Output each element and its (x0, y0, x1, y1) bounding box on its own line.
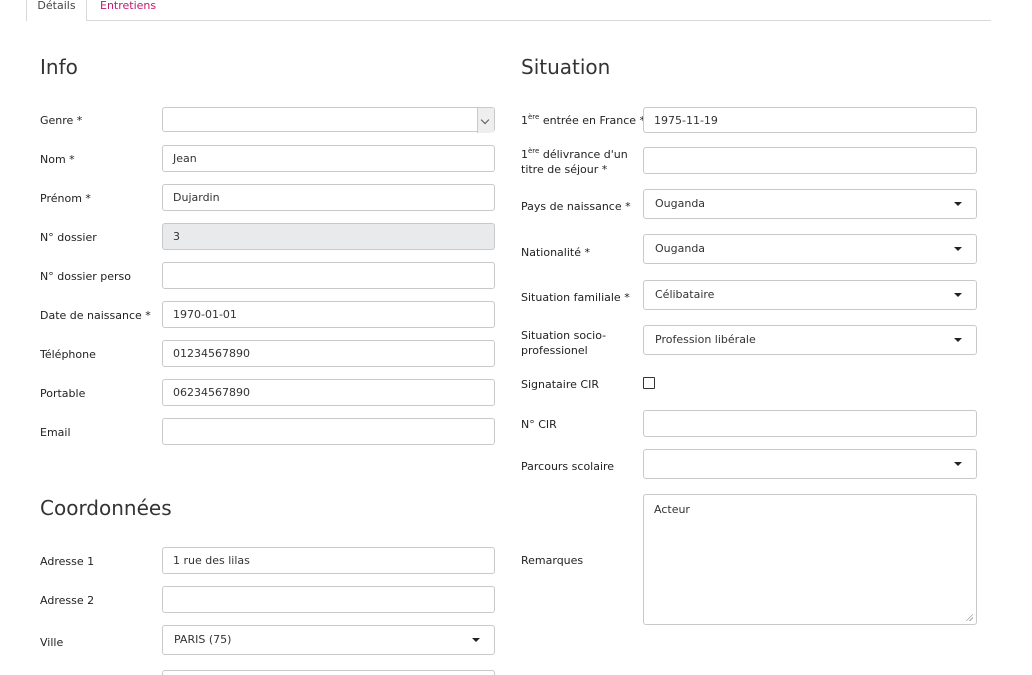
tab-entretiens[interactable]: Entretiens (100, 0, 156, 20)
num-cir-input[interactable] (643, 410, 977, 437)
prenom-label: Prénom * (40, 192, 91, 205)
nationalite-label: Nationalité * (521, 246, 590, 259)
tab-details[interactable]: Détails (26, 0, 87, 21)
familiale-label: Situation familiale * (521, 291, 630, 304)
portable-input[interactable]: 06234567890 (162, 379, 495, 406)
adresse1-label: Adresse 1 (40, 555, 95, 568)
telephone-label: Téléphone (40, 348, 96, 361)
caret-down-icon (954, 462, 962, 466)
cir-checkbox[interactable] (643, 377, 655, 389)
adresse2-input[interactable] (162, 586, 495, 613)
familiale-select[interactable]: Célibataire (643, 280, 977, 310)
adresse1-input[interactable]: 1 rue des lilas (162, 547, 495, 574)
email-label: Email (40, 426, 71, 439)
pays-select[interactable]: Ouganda (643, 189, 977, 219)
caret-down-icon (954, 293, 962, 297)
info-heading: Info (40, 55, 78, 79)
remarques-textarea[interactable]: Acteur (643, 494, 977, 625)
naissance-input[interactable]: 1970-01-01 (162, 301, 495, 328)
genre-label: Genre * (40, 114, 83, 127)
socio-select[interactable]: Profession libérale (643, 325, 977, 355)
entree-input[interactable]: 1975-11-19 (643, 107, 977, 133)
dossier-label: N° dossier (40, 231, 97, 244)
caret-down-icon (954, 202, 962, 206)
pays-label: Pays de naissance * (521, 200, 631, 213)
adresse2-label: Adresse 2 (40, 594, 95, 607)
caret-down-icon (954, 338, 962, 342)
page: Détails Entretiens Info Genre * Nom * Je… (0, 0, 1032, 675)
portable-label: Portable (40, 387, 86, 400)
parcours-select[interactable] (643, 449, 977, 479)
dossier-input: 3 (162, 223, 495, 250)
naissance-label: Date de naissance * (40, 309, 151, 322)
ville-label: Ville (40, 636, 64, 649)
resize-grip-icon[interactable] (965, 613, 973, 621)
num-cir-label: N° CIR (521, 418, 557, 431)
cir-label: Signataire CIR (521, 378, 599, 391)
next-field-input[interactable] (162, 670, 495, 675)
tab-bar: Détails Entretiens (26, 0, 991, 21)
dossier-perso-label: N° dossier perso (40, 270, 131, 283)
genre-select[interactable] (162, 107, 495, 133)
nom-input[interactable]: Jean (162, 145, 495, 172)
nationalite-select[interactable]: Ouganda (643, 234, 977, 264)
socio-label: Situation socio-professionel (521, 329, 607, 357)
caret-down-icon (472, 638, 480, 642)
delivrance-input[interactable] (643, 147, 977, 174)
delivrance-label: 1ère délivrance d'un titre de séjour * (521, 147, 628, 176)
dossier-perso-input[interactable] (162, 262, 495, 289)
parcours-label: Parcours scolaire (521, 460, 615, 473)
entree-label: 1ère entrée en France * (521, 113, 646, 127)
situation-heading: Situation (521, 55, 611, 79)
coordonnees-heading: Coordonnées (40, 496, 172, 520)
caret-down-icon (954, 247, 962, 251)
prenom-input[interactable]: Dujardin (162, 184, 495, 211)
email-input[interactable] (162, 418, 495, 445)
telephone-input[interactable]: 01234567890 (162, 340, 495, 367)
nom-label: Nom * (40, 153, 75, 166)
remarques-label: Remarques (521, 554, 584, 567)
chevron-down-icon[interactable] (477, 108, 494, 133)
ville-select[interactable]: PARIS (75) (162, 625, 495, 655)
